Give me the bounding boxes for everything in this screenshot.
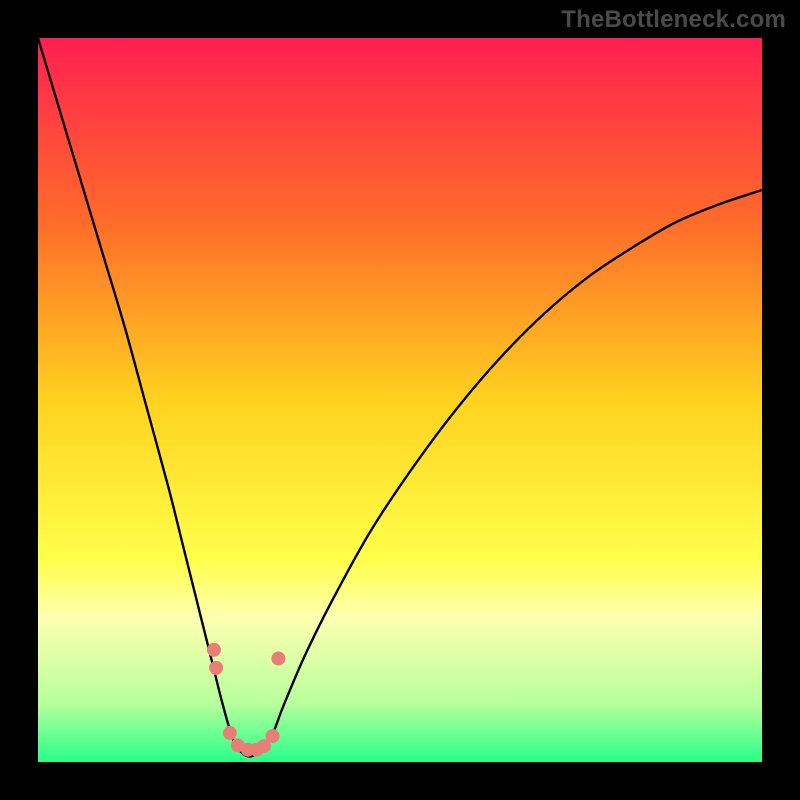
chart-frame: TheBottleneck.com: [0, 0, 800, 800]
data-marker: [266, 729, 280, 743]
data-marker: [223, 726, 237, 740]
data-marker: [271, 651, 285, 665]
data-marker: [209, 661, 223, 675]
bottleneck-chart: [38, 38, 762, 762]
watermark-text: TheBottleneck.com: [561, 6, 786, 34]
data-marker: [207, 643, 221, 657]
plot-area: [38, 38, 762, 762]
gradient-background: [38, 38, 762, 762]
